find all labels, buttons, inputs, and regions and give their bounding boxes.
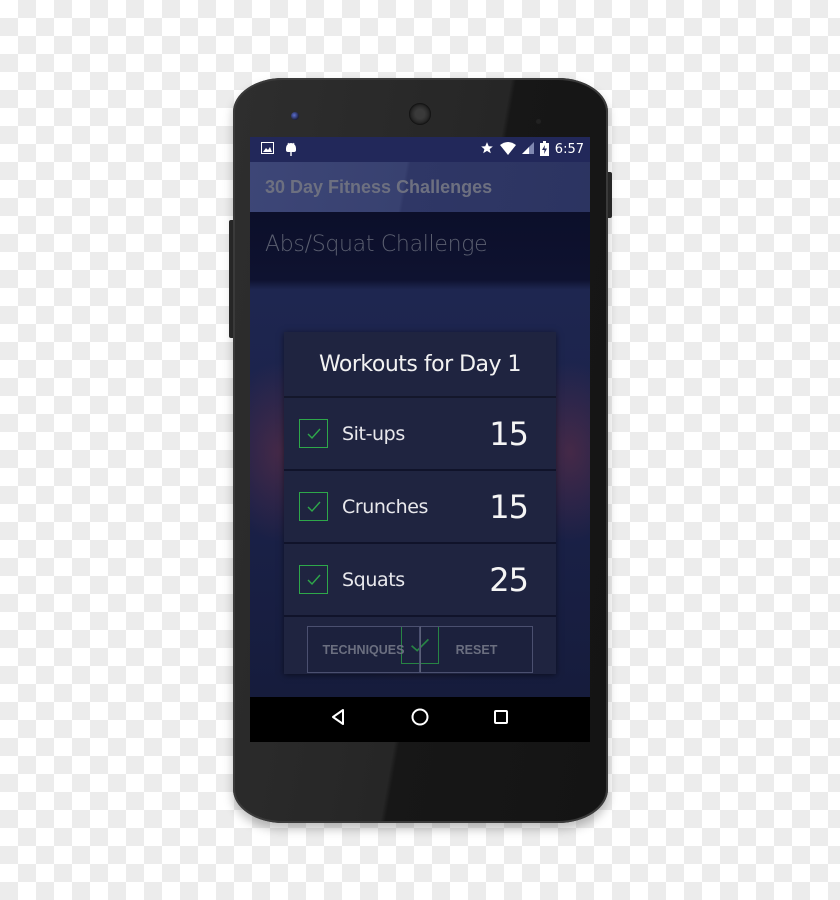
star-icon [480, 141, 494, 158]
cell-signal-icon [521, 142, 534, 157]
back-icon[interactable] [329, 707, 349, 732]
workout-row[interactable]: Squats 25 [284, 544, 556, 617]
reset-button[interactable]: RESET [420, 626, 533, 673]
workout-row[interactable]: Sit-ups 15 [284, 398, 556, 471]
action-buttons: TECHNIQUES RESET [307, 626, 533, 673]
android-icon [285, 140, 297, 159]
status-bar: 6:57 [250, 137, 590, 162]
challenge-title: Abs/Squat Challenge [265, 232, 488, 257]
check-icon [307, 574, 321, 585]
front-camera [291, 112, 299, 120]
workout-checkbox[interactable] [299, 419, 328, 448]
app-bar: 30 Day Fitness Challenges [250, 162, 590, 212]
earpiece-speaker [409, 103, 431, 125]
workout-count: 15 [489, 487, 529, 526]
workout-checkbox[interactable] [299, 492, 328, 521]
check-icon [307, 501, 321, 512]
workout-name: Squats [342, 568, 405, 591]
proximity-sensor [536, 111, 550, 142]
challenge-content: Abs/Squat Challenge Workouts for Day 1 S… [250, 212, 590, 697]
workout-name: Crunches [342, 495, 429, 518]
workout-count: 25 [489, 560, 529, 599]
dialog-title: Workouts for Day 1 [318, 351, 522, 377]
workouts-dialog: Workouts for Day 1 Sit-ups 15 Crunches 1… [284, 332, 556, 674]
workout-count: 15 [489, 414, 529, 453]
app-title: 30 Day Fitness Challenges [265, 176, 493, 197]
techniques-button[interactable]: TECHNIQUES [307, 626, 420, 673]
home-icon[interactable] [410, 707, 430, 732]
workout-name: Sit-ups [342, 422, 405, 445]
check-icon [307, 428, 321, 439]
phone-screen: 6:57 30 Day Fitness Challenges Abs/Squat… [250, 137, 590, 742]
workout-row[interactable]: Crunches 15 [284, 471, 556, 544]
battery-charging-icon [539, 140, 549, 159]
workout-checkbox[interactable] [299, 565, 328, 594]
wifi-icon [499, 141, 516, 158]
clock: 6:57 [554, 142, 584, 157]
navigation-bar [250, 697, 590, 742]
image-icon [261, 142, 274, 157]
recents-icon[interactable] [491, 707, 511, 732]
dialog-header: Workouts for Day 1 [284, 332, 556, 398]
